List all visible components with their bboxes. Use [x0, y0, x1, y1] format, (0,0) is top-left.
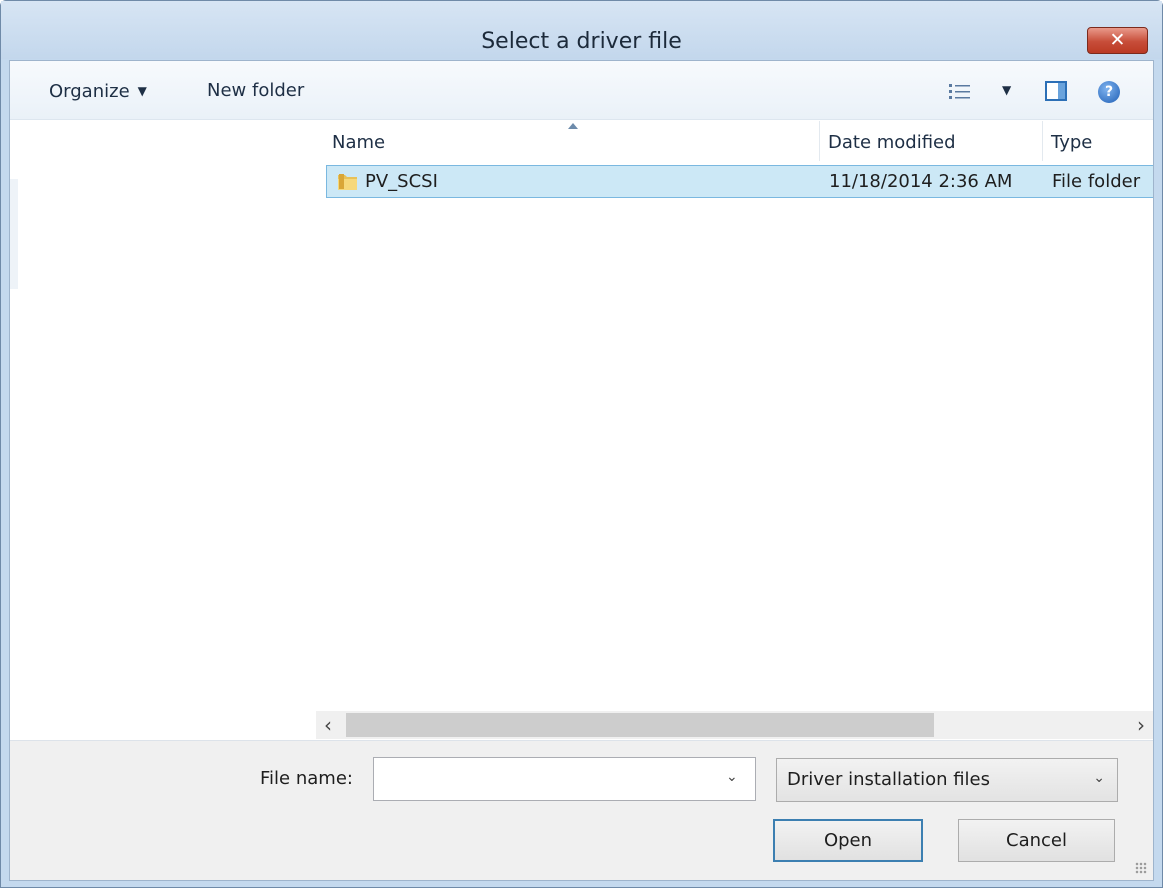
- folder-icon: [338, 174, 357, 190]
- chevron-down-icon: ▼: [137, 84, 147, 98]
- type-cell: File folder: [1052, 171, 1141, 192]
- navigation-pane-scrollbar[interactable]: [10, 179, 18, 289]
- open-button[interactable]: Open: [773, 819, 923, 862]
- new-folder-button[interactable]: New folder: [207, 79, 304, 103]
- title-bar: Select a driver file ✕: [1, 1, 1162, 59]
- column-header-name[interactable]: Name: [332, 131, 385, 155]
- column-divider[interactable]: [1042, 121, 1043, 161]
- scrollbar-thumb[interactable]: [346, 713, 934, 737]
- organize-menu-button[interactable]: Organize ▼: [49, 79, 147, 104]
- file-name-cell: PV_SCSI: [365, 171, 438, 192]
- file-name-label: File name:: [260, 768, 353, 789]
- column-header-type[interactable]: Type: [1051, 131, 1092, 155]
- preview-pane-icon[interactable]: [1045, 81, 1067, 101]
- scroll-left-icon[interactable]: ‹: [324, 713, 332, 737]
- dialog-title: Select a driver file: [481, 29, 682, 54]
- column-header: Name Date modified Type: [316, 121, 1153, 161]
- date-modified-cell: 11/18/2014 2:36 AM: [829, 171, 1013, 192]
- help-icon[interactable]: ?: [1098, 81, 1120, 103]
- select-driver-dialog: Select a driver file ✕ Organize ▼ New fol…: [0, 0, 1163, 888]
- file-name-dropdown-chevron-icon[interactable]: ⌄: [726, 769, 738, 785]
- dialog-client-area: Organize ▼ New folder ▼ ? Name Date modif…: [9, 60, 1154, 881]
- navigation-pane[interactable]: [10, 121, 316, 739]
- bottom-panel: File name: ⌄ Driver installation files ⌄…: [10, 740, 1153, 880]
- cancel-button[interactable]: Cancel: [958, 819, 1115, 862]
- view-options-chevron-icon[interactable]: ▼: [1002, 83, 1011, 97]
- chevron-down-icon: ⌄: [1093, 770, 1105, 786]
- column-divider[interactable]: [819, 121, 820, 161]
- scroll-right-icon[interactable]: ›: [1137, 713, 1145, 737]
- column-header-date-modified[interactable]: Date modified: [828, 131, 956, 155]
- file-name-input[interactable]: [373, 757, 756, 801]
- file-type-selected: Driver installation files: [787, 769, 991, 790]
- toolbar: Organize ▼ New folder ▼ ?: [10, 61, 1153, 120]
- file-row-pv-scsi[interactable]: PV_SCSI 11/18/2014 2:36 AM File folder: [326, 165, 1153, 198]
- horizontal-scrollbar[interactable]: ‹ ›: [316, 711, 1153, 739]
- resize-grip-icon[interactable]: [1135, 862, 1147, 874]
- organize-label: Organize: [49, 81, 130, 102]
- close-button[interactable]: ✕: [1087, 27, 1148, 54]
- file-list[interactable]: Name Date modified Type PV_SCSI 11/18/20…: [316, 121, 1153, 739]
- view-details-icon[interactable]: [948, 82, 972, 102]
- file-type-dropdown[interactable]: Driver installation files ⌄: [776, 758, 1118, 802]
- sort-ascending-icon: [568, 123, 578, 129]
